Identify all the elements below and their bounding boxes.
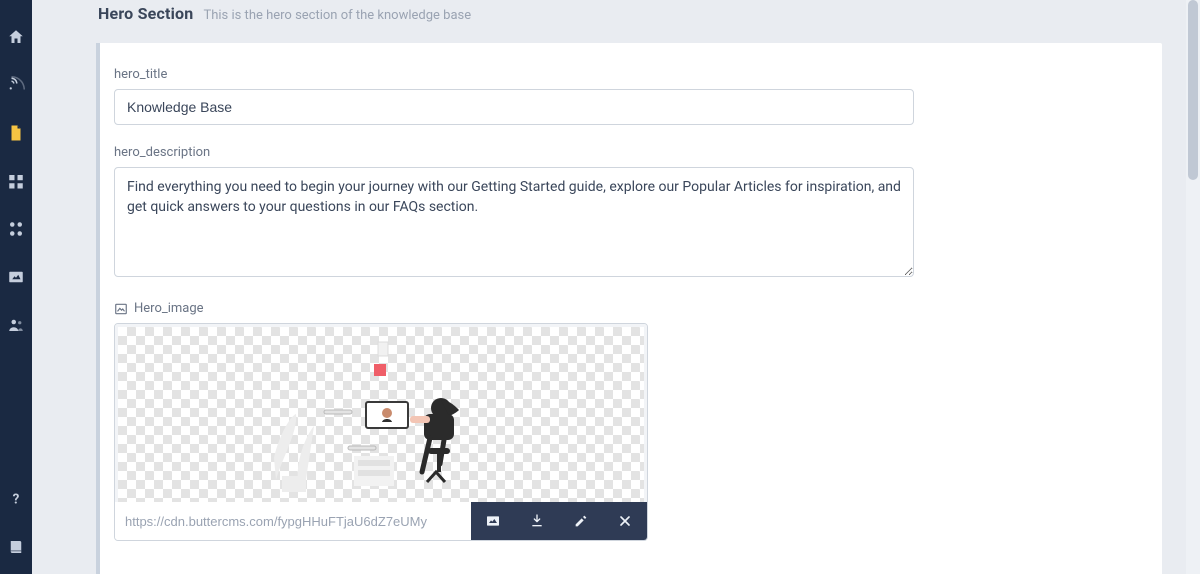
close-icon (617, 513, 633, 529)
media-library-icon (485, 513, 501, 529)
help-icon[interactable]: ? (7, 490, 25, 508)
hero-title-input[interactable] (114, 89, 914, 125)
section-subtitle: This is the hero section of the knowledg… (203, 8, 471, 23)
home-icon[interactable] (7, 28, 25, 46)
page-icon[interactable] (7, 124, 25, 142)
hero-image-illustration (118, 327, 644, 502)
main-content: Hero Section This is the hero section of… (32, 0, 1200, 574)
media-library-button[interactable] (471, 502, 515, 540)
edit-button[interactable] (559, 502, 603, 540)
components-icon[interactable] (7, 220, 25, 238)
section-title: Hero Section (98, 4, 193, 23)
book-icon[interactable] (7, 538, 25, 556)
scrollbar[interactable] (1186, 0, 1200, 574)
scrollbar-thumb[interactable] (1188, 0, 1198, 180)
hero-title-label: hero_title (114, 67, 1138, 82)
edit-icon (573, 513, 589, 529)
section-header: Hero Section This is the hero section of… (32, 0, 1200, 43)
hero-description-textarea[interactable] (114, 167, 914, 277)
image-actions (471, 502, 647, 540)
remove-button[interactable] (603, 502, 647, 540)
hero-image-block (114, 323, 648, 541)
download-button[interactable] (515, 502, 559, 540)
hero-image-url[interactable] (115, 502, 471, 540)
download-icon (529, 513, 545, 529)
hero-image-preview[interactable] (115, 324, 647, 502)
users-icon[interactable] (7, 316, 25, 334)
sidebar: ? (0, 0, 32, 574)
hero-image-label: Hero_image (114, 301, 1138, 316)
form-panel: hero_title hero_description Hero_image (96, 43, 1162, 574)
svg-text:?: ? (13, 492, 20, 508)
image-icon (114, 302, 128, 316)
collections-icon[interactable] (7, 172, 25, 190)
media-icon[interactable] (7, 268, 25, 286)
hero-description-label: hero_description (114, 145, 1138, 160)
blog-icon[interactable] (7, 76, 25, 94)
